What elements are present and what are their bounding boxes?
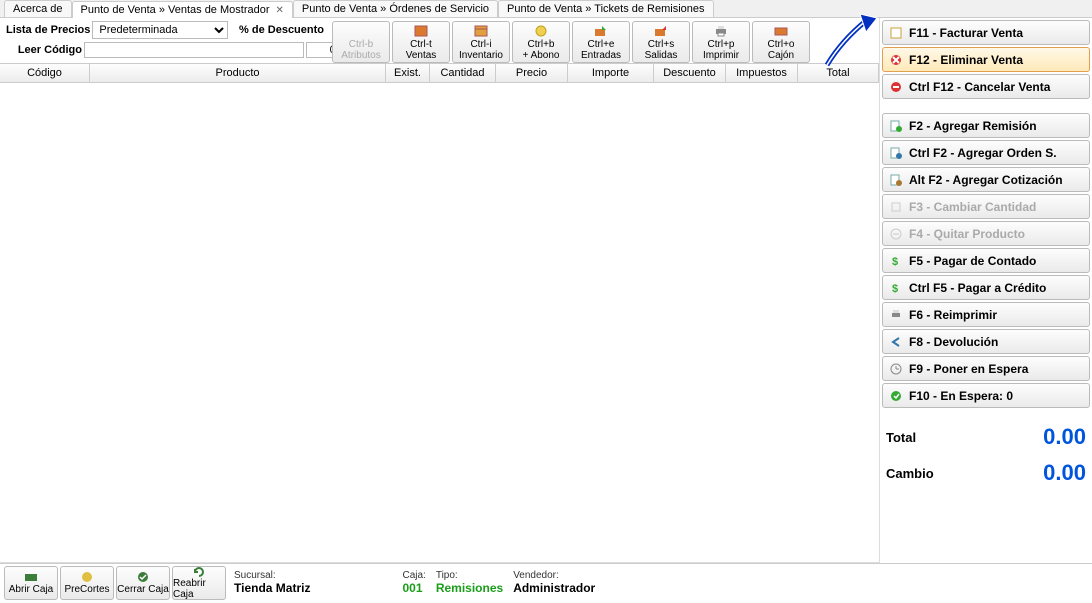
seller-label: Vendedor: [513, 570, 595, 581]
waiting-icon [889, 389, 903, 403]
change-label: Cambio [886, 466, 934, 481]
toolbar-payment[interactable]: Ctrl+b + Abono [512, 21, 570, 63]
reprint-icon [889, 308, 903, 322]
discount-label: % de Descuento [239, 24, 324, 36]
out-icon [653, 24, 669, 38]
box-label: Caja: [402, 570, 425, 581]
action-ctrlf2-add-order[interactable]: Ctrl F2 - Agregar Orden S. [882, 140, 1090, 165]
action-f10-waiting[interactable]: F10 - En Espera: 0 [882, 383, 1090, 408]
print-icon [713, 24, 729, 38]
toolbar-sales[interactable]: Ctrl-t Ventas [392, 21, 450, 63]
invoice-icon [889, 26, 903, 40]
remove-icon [889, 227, 903, 241]
action-ctrlf5-pay-credit[interactable]: $Ctrl F5 - Pagar a Crédito [882, 275, 1090, 300]
add-remit-icon [889, 119, 903, 133]
seller-value: Administrador [513, 581, 595, 595]
col-impuestos[interactable]: Impuestos [726, 64, 798, 82]
col-precio[interactable]: Precio [496, 64, 568, 82]
precut-icon [80, 570, 94, 584]
action-f6-reprint[interactable]: F6 - Reimprimir [882, 302, 1090, 327]
inventory-icon [473, 24, 489, 38]
col-importe[interactable]: Importe [568, 64, 654, 82]
bottom-bar: Abrir Caja PreCortes Cerrar Caja Reabrir… [0, 563, 1092, 601]
change-value: 0.00 [1043, 460, 1086, 486]
toolbar-attributes: Ctrl-b Atributos [332, 21, 390, 63]
reopen-cash-icon [192, 566, 206, 578]
hold-icon [889, 362, 903, 376]
branch-label: Sucursal: [234, 570, 310, 581]
type-value: Remisiones [436, 581, 503, 595]
total-label: Total [886, 430, 916, 445]
action-f11-invoice[interactable]: F11 - Facturar Venta [882, 20, 1090, 45]
in-icon [593, 24, 609, 38]
col-total[interactable]: Total [798, 64, 879, 82]
toolbar-entries[interactable]: Ctrl+e Entradas [572, 21, 630, 63]
payment-icon [533, 24, 549, 38]
add-order-icon [889, 146, 903, 160]
grid-header: Código Producto Exist. Cantidad Precio I… [0, 63, 879, 83]
tab-pos-service-orders[interactable]: Punto de Venta » Órdenes de Servicio [293, 0, 498, 17]
drawer-icon [773, 24, 789, 38]
bottom-close-cash[interactable]: Cerrar Caja [116, 566, 170, 600]
action-f9-hold[interactable]: F9 - Poner en Espera [882, 356, 1090, 381]
price-list-select[interactable]: Predeterminada [92, 21, 228, 39]
close-icon[interactable]: ✕ [276, 5, 284, 16]
actions-panel: F11 - Facturar Venta F12 - Eliminar Vent… [880, 18, 1092, 563]
return-icon [889, 335, 903, 349]
total-value: 0.00 [1043, 424, 1086, 450]
attributes-icon [353, 24, 369, 38]
toolbar-inventory[interactable]: Ctrl-i Inventario [452, 21, 510, 63]
col-codigo[interactable]: Código [0, 64, 90, 82]
svg-text:$: $ [892, 283, 898, 294]
tab-pos-counter-sales[interactable]: Punto de Venta » Ventas de Mostrador✕ [72, 1, 293, 18]
credit-icon: $ [889, 281, 903, 295]
price-list-label: Lista de Precios [6, 24, 90, 36]
qty-icon [889, 200, 903, 214]
read-code-label: Leer Código [6, 44, 82, 56]
action-f8-return[interactable]: F8 - Devolución [882, 329, 1090, 354]
close-cash-icon [136, 570, 150, 584]
bottom-open-cash[interactable]: Abrir Caja [4, 566, 58, 600]
action-f12-delete[interactable]: F12 - Eliminar Venta [882, 47, 1090, 72]
read-code-input[interactable] [84, 42, 304, 58]
add-quote-icon [889, 173, 903, 187]
col-producto[interactable]: Producto [90, 64, 386, 82]
tab-about[interactable]: Acerca de [4, 0, 72, 17]
action-ctrlf12-cancel[interactable]: Ctrl F12 - Cancelar Venta [882, 74, 1090, 99]
action-f4-remove: F4 - Quitar Producto [882, 221, 1090, 246]
col-descuento[interactable]: Descuento [654, 64, 726, 82]
cancel-icon [889, 80, 903, 94]
delete-icon [889, 53, 903, 67]
tab-bar: Acerca de Punto de Venta » Ventas de Mos… [0, 0, 1092, 18]
action-f3-change-qty: F3 - Cambiar Cantidad [882, 194, 1090, 219]
box-value: 001 [402, 581, 425, 595]
action-f2-add-remit[interactable]: F2 - Agregar Remisión [882, 113, 1090, 138]
grid-body[interactable] [0, 83, 879, 563]
col-exist[interactable]: Exist. [386, 64, 430, 82]
action-f5-pay-cash[interactable]: $F5 - Pagar de Contado [882, 248, 1090, 273]
toolbar-drawer[interactable]: Ctrl+o Cajón [752, 21, 810, 63]
cash-icon: $ [889, 254, 903, 268]
tab-pos-remission-tickets[interactable]: Punto de Venta » Tickets de Remisiones [498, 0, 714, 17]
svg-text:$: $ [892, 256, 898, 267]
toolbar-print[interactable]: Ctrl+p Imprimir [692, 21, 750, 63]
type-label: Tipo: [436, 570, 503, 581]
col-cantidad[interactable]: Cantidad [430, 64, 496, 82]
open-cash-icon [24, 570, 38, 584]
action-altf2-add-quote[interactable]: Alt F2 - Agregar Cotización [882, 167, 1090, 192]
bottom-precuts[interactable]: PreCortes [60, 566, 114, 600]
branch-value: Tienda Matriz [234, 581, 310, 595]
toolbar-outputs[interactable]: Ctrl+s Salidas [632, 21, 690, 63]
sales-icon [413, 24, 429, 38]
bottom-reopen-cash[interactable]: Reabrir Caja [172, 566, 226, 600]
